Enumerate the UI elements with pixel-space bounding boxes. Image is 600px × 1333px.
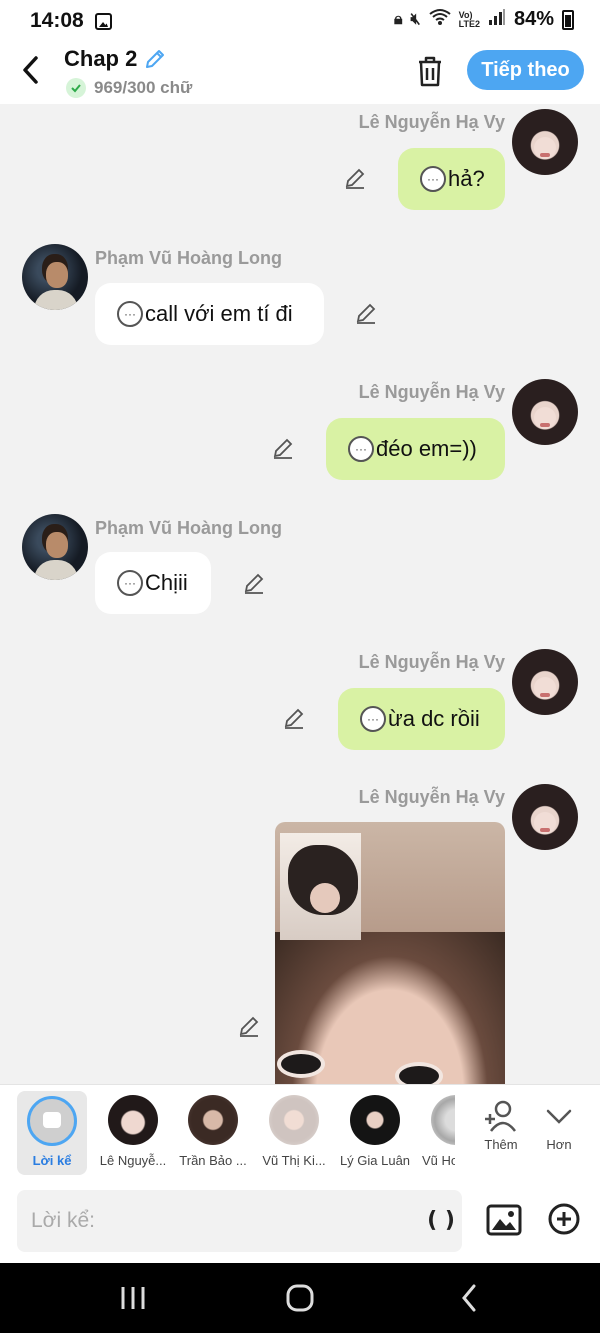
avatar[interactable] <box>512 649 578 715</box>
add-character-label: Thêm <box>484 1137 518 1152</box>
insert-image-button[interactable] <box>485 1201 523 1239</box>
add-character-button[interactable]: Thêm <box>473 1099 529 1152</box>
avatar[interactable] <box>22 514 88 580</box>
edit-message-icon[interactable] <box>271 436 295 460</box>
plus-circle-icon <box>548 1203 580 1235</box>
speech-icon: ··· <box>117 301 143 327</box>
recent-apps-icon <box>121 1287 145 1309</box>
photo-detail <box>399 1066 439 1084</box>
edit-message-icon[interactable] <box>354 301 378 325</box>
sender-name: Lê Nguyễn Hạ Vy <box>358 787 505 807</box>
gallery-notification-icon <box>95 13 112 30</box>
sender-name: Lê Nguyễn Hạ Vy <box>358 382 505 402</box>
sender-name: Phạm Vũ Hoàng Long <box>95 248 282 268</box>
avatar <box>350 1095 400 1145</box>
character-item[interactable]: Vũ Ho <box>417 1091 455 1175</box>
header: Chap 2 969/300 chữ Tiếp theo <box>0 44 600 104</box>
character-label: Vũ Thị Ki... <box>262 1153 326 1168</box>
back-button[interactable] <box>16 52 50 92</box>
character-label: Lý Gia Luân <box>339 1153 411 1168</box>
photo-detail <box>281 1054 321 1074</box>
status-time: 14:08 <box>30 9 84 32</box>
avatar[interactable] <box>512 784 578 850</box>
character-item[interactable]: Vũ Thị Ki... <box>255 1091 333 1175</box>
more-button[interactable]: Hơn <box>531 1099 587 1152</box>
lock-icon: 🔒︎ <box>394 10 403 28</box>
message-bubble[interactable]: ··· đéo em=)) <box>326 418 505 480</box>
back-icon <box>462 1284 476 1312</box>
char-count: 969/300 chữ <box>94 78 193 97</box>
delete-button[interactable] <box>414 54 446 88</box>
character-label: Vũ Ho <box>422 1153 455 1168</box>
next-button[interactable]: Tiếp theo <box>467 50 584 90</box>
add-button[interactable] <box>547 1202 581 1236</box>
avatar <box>108 1095 158 1145</box>
avatar[interactable] <box>22 244 88 310</box>
speech-icon: ··· <box>117 570 143 596</box>
wifi-icon <box>429 8 451 31</box>
signal-icon <box>488 9 506 30</box>
message-bubble[interactable]: ··· hả? <box>398 148 505 210</box>
status-icons: 🔒︎ 🔇︎ Vo) LTE2 84% <box>394 8 574 31</box>
lte-icon: Vo) LTE2 <box>458 9 480 29</box>
avatar[interactable] <box>512 109 578 175</box>
edit-message-icon[interactable] <box>282 706 306 730</box>
message-bubble[interactable]: ··· Chịii <box>95 552 211 614</box>
avatar <box>188 1095 238 1145</box>
add-person-icon <box>485 1100 516 1132</box>
narrator-icon <box>27 1096 77 1146</box>
video-call-inset <box>280 833 361 940</box>
chevron-down-icon <box>546 1109 572 1124</box>
action-paren-button[interactable]: ( ) <box>426 1206 456 1236</box>
edit-message-icon[interactable] <box>242 571 266 595</box>
mute-icon: 🔇︎ <box>410 10 421 28</box>
battery-percent: 84% <box>513 8 554 30</box>
sender-name: Lê Nguyễn Hạ Vy <box>358 112 505 132</box>
chat-area: Lê Nguyễn Hạ Vy ··· hả? Phạm Vũ Hoàng Lon… <box>0 104 600 1084</box>
edit-title-icon[interactable] <box>143 47 167 71</box>
chapter-title[interactable]: Chap 2 <box>64 46 137 72</box>
home-icon <box>286 1284 314 1312</box>
character-label: Lời kể <box>32 1153 72 1168</box>
message-bubble[interactable]: ··· call với em tí đi <box>95 283 324 345</box>
system-navigation-bar <box>0 1263 600 1333</box>
avatar <box>269 1095 319 1145</box>
edit-message-icon[interactable] <box>237 1014 261 1038</box>
home-button[interactable] <box>280 1283 320 1313</box>
battery-icon <box>562 9 574 30</box>
character-label: Lê Nguyễ... <box>99 1153 167 1168</box>
back-nav-button[interactable] <box>450 1283 490 1313</box>
speech-icon: ··· <box>420 166 446 192</box>
sender-name: Lê Nguyễn Hạ Vy <box>358 652 505 672</box>
speech-icon: ··· <box>360 706 386 732</box>
character-item[interactable]: Lê Nguyễ... <box>94 1091 172 1175</box>
character-selector: Lời kể Lê Nguyễ... Trần Bảo ... Vũ Thị K… <box>0 1084 600 1180</box>
trash-icon <box>419 56 441 87</box>
character-narrator[interactable]: Lời kể <box>17 1091 87 1175</box>
more-label: Hơn <box>546 1137 572 1152</box>
chevron-left-icon <box>23 56 38 84</box>
status-bar: 14:08 🔒︎ 🔇︎ Vo) LTE2 84% <box>0 0 600 44</box>
composer-box: ( ) <box>17 1190 462 1252</box>
check-icon <box>66 78 86 98</box>
message-input[interactable] <box>31 1204 391 1238</box>
image-message[interactable] <box>275 822 505 1084</box>
avatar[interactable] <box>512 379 578 445</box>
avatar <box>431 1095 455 1145</box>
character-item[interactable]: Trần Bảo ... <box>174 1091 252 1175</box>
speech-icon: ··· <box>348 436 374 462</box>
recent-apps-button[interactable] <box>113 1283 153 1313</box>
message-bubble[interactable]: ··· ừa dc rồii <box>338 688 505 750</box>
character-label: Trần Bảo ... <box>179 1153 247 1168</box>
character-item[interactable]: Lý Gia Luân <box>336 1091 414 1175</box>
sender-name: Phạm Vũ Hoàng Long <box>95 518 282 538</box>
composer: ( ) <box>0 1180 600 1263</box>
edit-message-icon[interactable] <box>343 166 367 190</box>
image-icon <box>486 1204 522 1236</box>
